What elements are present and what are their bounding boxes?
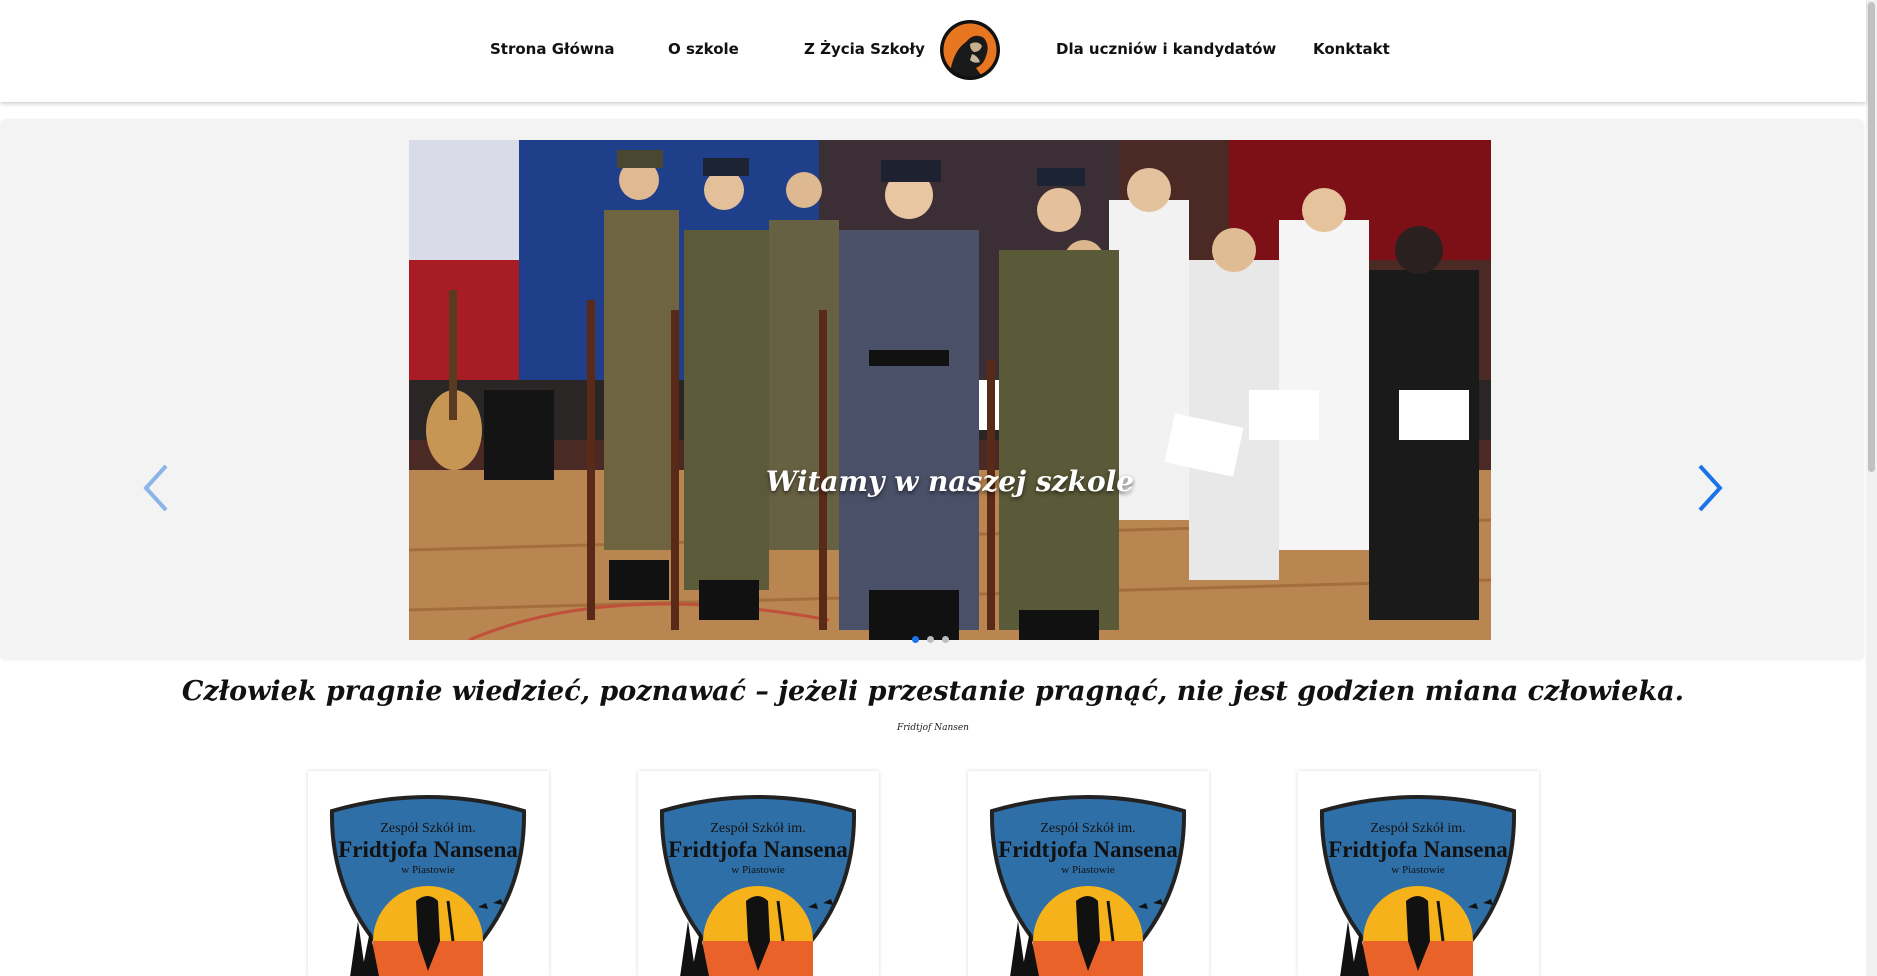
chevron-left-icon (143, 464, 168, 512)
shield-icon (989, 795, 1187, 976)
page-scrollbar[interactable] (1866, 0, 1877, 976)
school-card-2[interactable]: Zespół Szkół im. Fridtjofa Nansena w Pia… (638, 771, 879, 976)
emblem-line-3: w Piastowie (731, 864, 785, 876)
emblem-line-1: Zespół Szkół im. (1040, 821, 1136, 836)
nav-item-students[interactable]: Dla uczniów i kandydatów (1056, 40, 1276, 58)
emblem-line-3: w Piastowie (1391, 864, 1445, 876)
shield-icon (1319, 795, 1517, 976)
quote-author: Fridtjof Nansen (897, 723, 969, 733)
top-navigation: Strona Główna O szkole Z Życia Szkoły Dl… (0, 0, 1866, 102)
emblem-line-1: Zespół Szkół im. (1370, 821, 1466, 836)
emblem-line-3: w Piastowie (1061, 864, 1115, 876)
emblem-line-1: Zespół Szkół im. (380, 821, 476, 836)
emblem-line-3: w Piastowie (401, 864, 455, 876)
school-card-1[interactable]: Zespół Szkół im. Fridtjofa Nansena w Pia… (308, 771, 549, 976)
school-emblem: Zespół Szkół im. Fridtjofa Nansena w Pia… (988, 791, 1188, 976)
school-emblem: Zespół Szkół im. Fridtjofa Nansena w Pia… (658, 791, 858, 976)
school-card-4[interactable]: Zespół Szkół im. Fridtjofa Nansena w Pia… (1298, 771, 1539, 976)
chevron-right-icon (1698, 464, 1723, 512)
nav-item-school-life[interactable]: Z Życia Szkoły (804, 40, 925, 58)
carousel-caption: Witamy w naszej szkole (765, 465, 1135, 498)
carousel-dot-2[interactable] (927, 636, 934, 643)
carousel-next-button[interactable] (1696, 462, 1726, 514)
emblem-line-2: Fridtjofa Nansena (668, 837, 848, 862)
shield-icon (659, 795, 857, 976)
nansen-portrait-icon (940, 20, 1000, 80)
motto-quote: Człowiek pragnie wiedzieć, poznawać – je… (181, 676, 1685, 707)
scrollbar-thumb[interactable] (1868, 2, 1875, 472)
school-logo-icon[interactable] (940, 20, 1000, 80)
nav-item-about[interactable]: O szkole (668, 40, 739, 58)
emblem-line-2: Fridtjofa Nansena (998, 837, 1178, 862)
emblem-line-1: Zespół Szkół im. (710, 821, 806, 836)
carousel-slide-image: Witamy w naszej szkole (409, 140, 1491, 640)
school-emblem: Zespół Szkół im. Fridtjofa Nansena w Pia… (1318, 791, 1518, 976)
carousel-dot-3[interactable] (942, 636, 949, 643)
nav-item-home[interactable]: Strona Główna (490, 40, 615, 58)
carousel-dot-1[interactable] (912, 636, 919, 643)
emblem-line-2: Fridtjofa Nansena (1328, 837, 1508, 862)
school-emblem: Zespół Szkół im. Fridtjofa Nansena w Pia… (328, 791, 528, 976)
shield-icon (329, 795, 527, 976)
carousel-prev-button[interactable] (140, 462, 170, 514)
emblem-line-2: Fridtjofa Nansena (338, 837, 518, 862)
school-card-3[interactable]: Zespół Szkół im. Fridtjofa Nansena w Pia… (968, 771, 1209, 976)
nav-item-contact[interactable]: Konktakt (1313, 40, 1390, 58)
carousel-indicators (912, 636, 949, 643)
ceremony-photo (409, 140, 1491, 640)
